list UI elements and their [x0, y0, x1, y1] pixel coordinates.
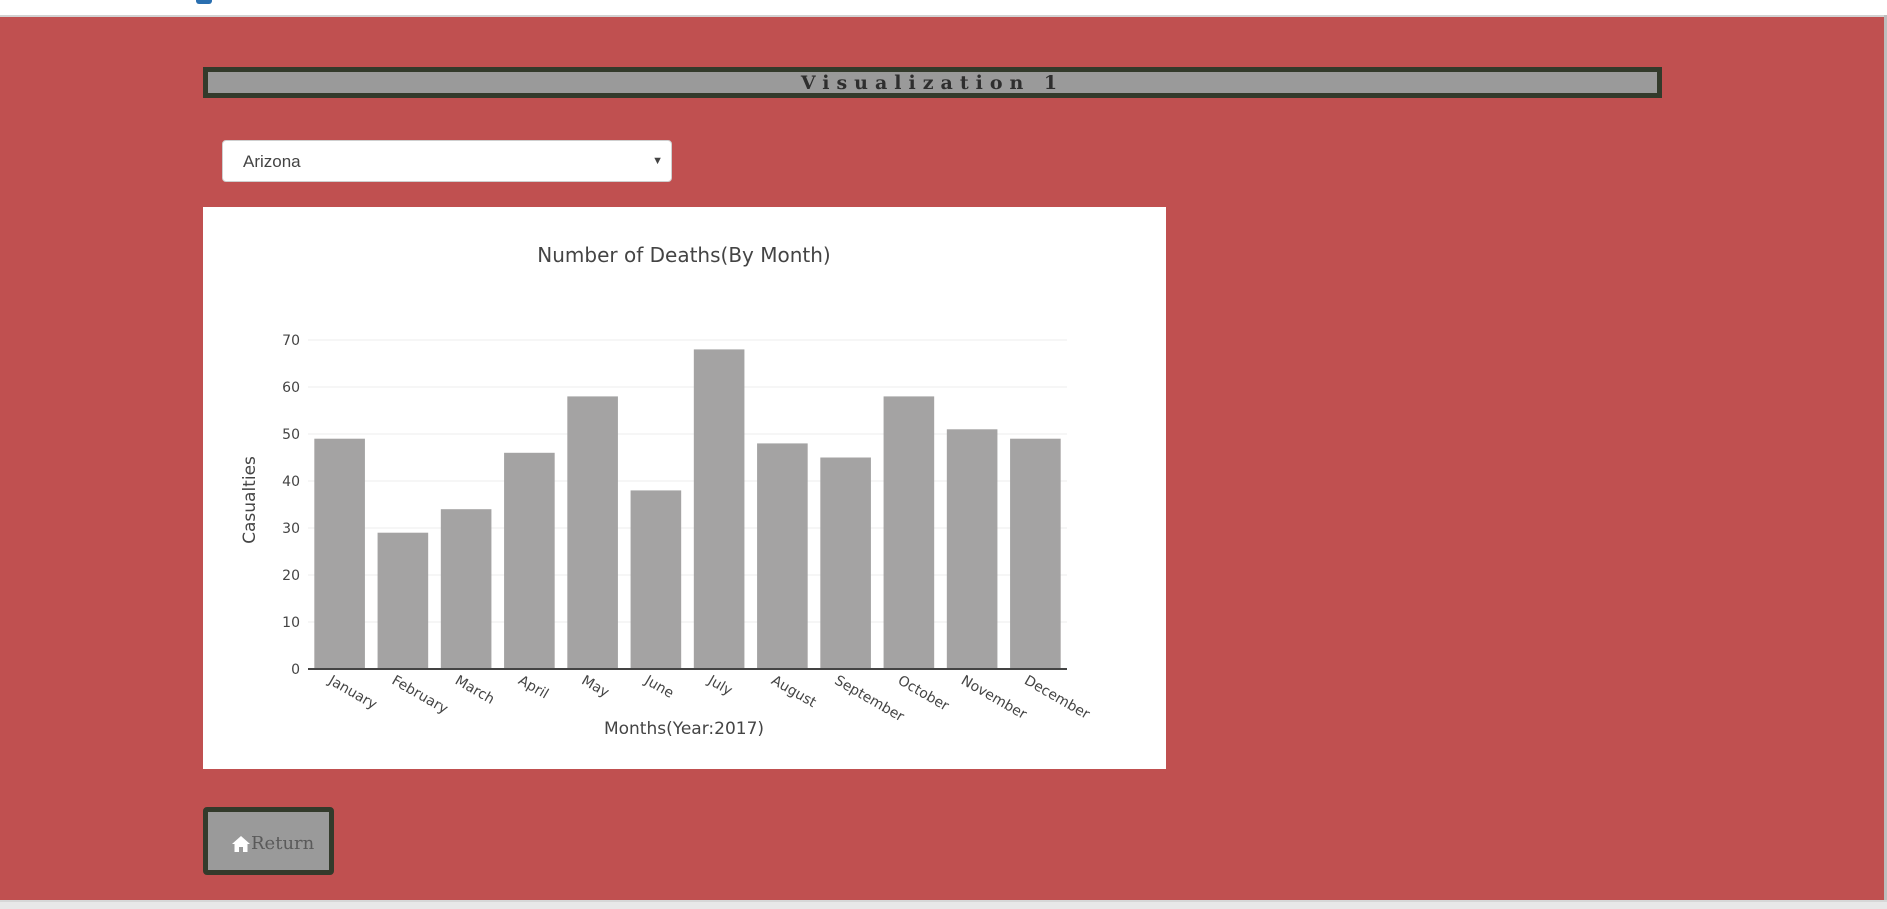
chart-bars: [314, 349, 1061, 669]
y-tick-label: 40: [282, 474, 300, 490]
bar-january: [314, 438, 365, 669]
x-tick-label: September: [832, 673, 907, 726]
bar-september: [820, 457, 871, 669]
top-bar-marker: [196, 0, 212, 4]
x-tick-label: March: [452, 673, 497, 708]
bar-march: [440, 509, 492, 669]
x-tick-label: February: [389, 673, 451, 718]
x-tick-label: January: [325, 672, 380, 713]
bar-july: [693, 349, 745, 669]
home-icon: [232, 836, 250, 852]
x-tick-label: August: [768, 673, 819, 712]
return-label: Return: [251, 833, 315, 854]
bar-december: [1010, 438, 1061, 669]
chevron-down-icon: ▼: [652, 155, 663, 167]
bar-may: [567, 396, 618, 669]
x-tick-label: April: [515, 673, 551, 703]
state-select-value: Arizona: [243, 152, 301, 171]
page-title: Visualization 1: [800, 72, 1065, 94]
x-tick-label: July: [704, 672, 735, 699]
bar-april: [504, 452, 555, 669]
bar-november: [946, 429, 998, 669]
return-button[interactable]: Return: [203, 807, 334, 875]
y-axis-title: Casualties: [240, 456, 260, 544]
browser-top-bar: [0, 0, 1887, 17]
y-tick-label: 10: [282, 615, 300, 631]
browser-bottom-bar: [0, 900, 1887, 909]
x-tick-label: December: [1021, 673, 1092, 723]
x-tick-label: May: [579, 673, 612, 701]
y-tick-label: 60: [282, 380, 300, 396]
bar-october: [883, 396, 935, 669]
bar-february: [377, 532, 429, 669]
bar-chart: Number of Deaths(By Month) 0 10 20 30 40 50 60…: [240, 243, 1093, 739]
state-select[interactable]: Arizona ▼: [222, 140, 672, 182]
page-title-banner: Visualization 1: [203, 67, 1662, 98]
y-tick-label: 50: [282, 427, 300, 443]
y-tick-label: 20: [282, 568, 300, 584]
x-axis-ticks: January February March April May June July Augu…: [325, 672, 1093, 725]
x-tick-label: June: [641, 672, 676, 702]
y-tick-label: 0: [291, 662, 300, 678]
bar-august: [757, 443, 808, 669]
y-tick-label: 70: [282, 333, 300, 349]
chart-title: Number of Deaths(By Month): [537, 243, 830, 267]
y-tick-label: 30: [282, 521, 300, 537]
y-axis-ticks: 0 10 20 30 40 50 60 70: [282, 333, 300, 678]
chart-panel: Number of Deaths(By Month) 0 10 20 30 40 50 60…: [203, 207, 1166, 769]
x-axis-title: Months(Year:2017): [604, 719, 764, 739]
x-tick-label: November: [958, 673, 1029, 723]
bar-june: [630, 490, 682, 669]
